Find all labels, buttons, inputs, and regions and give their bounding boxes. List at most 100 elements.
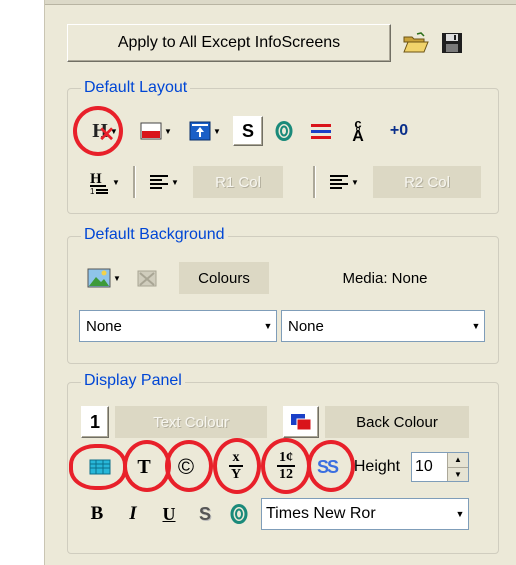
spin-down-icon[interactable]: ▼ [448, 467, 468, 481]
ordinal-fraction-icon: 1¢ 12 [277, 450, 295, 482]
clear-background-button[interactable] [133, 264, 161, 292]
chevron-down-icon[interactable]: ▼ [452, 499, 468, 529]
align-lines-icon [330, 175, 349, 189]
table-grid-button[interactable] [83, 452, 117, 482]
indent-button[interactable]: +0 [379, 116, 419, 146]
chevron-down-icon: ▼ [351, 177, 359, 187]
align-top-icon [189, 121, 211, 141]
spinner-arrows[interactable]: ▲ ▼ [447, 453, 468, 481]
chevron-down-icon[interactable]: ▼ [468, 311, 484, 341]
text-colour-label: Text Colour [153, 413, 229, 431]
char-spacing-icon: cÅ [352, 116, 364, 145]
outline-icon [275, 121, 293, 141]
line-spacing-icon [311, 124, 331, 139]
toolbar-separator [133, 166, 136, 198]
bold-label: B [90, 503, 104, 524]
back-colour-picker[interactable] [283, 406, 319, 438]
spin-up-icon[interactable]: ▲ [448, 453, 468, 468]
heading-number-icon: H 1 [90, 171, 109, 195]
underline-label: U [162, 503, 176, 524]
header-strike-icon: H ✕ [92, 119, 116, 146]
chevron-down-icon: ▼ [112, 177, 120, 187]
height-spinner[interactable]: 10 ▲ ▼ [411, 452, 469, 482]
r2-align-dropdown[interactable]: ▼ [321, 166, 367, 198]
outline-text-button[interactable] [225, 500, 253, 528]
panel-number-value: 1 [89, 411, 100, 432]
svg-text:H: H [90, 171, 102, 187]
scroll-effect-button[interactable]: SS [313, 452, 341, 482]
chevron-down-icon[interactable]: ▼ [260, 311, 276, 341]
landscape-image-icon [87, 268, 111, 288]
default-layout-legend: Default Layout [81, 79, 191, 97]
fraction-xy-icon: xY [229, 450, 243, 482]
background-combo-2-value: None [288, 317, 324, 335]
chevron-down-icon: ▼ [113, 273, 121, 283]
chevron-down-icon: ▼ [164, 126, 172, 136]
height-value[interactable]: 10 [412, 458, 447, 476]
media-status: Media: None [285, 262, 485, 294]
bold-button[interactable]: B [83, 498, 111, 530]
shadow-text-label: S [198, 503, 211, 524]
font-family-select[interactable]: Times New Ror ▼ [261, 498, 469, 530]
text-tool-button[interactable]: T [129, 452, 159, 482]
open-folder-button[interactable] [401, 28, 431, 58]
vertical-align-dropdown[interactable]: ▼ [183, 116, 227, 146]
header-format-dropdown[interactable]: H ✕ ▼ [81, 116, 129, 146]
chevron-down-icon: ▼ [171, 177, 179, 187]
background-combo-1-value: None [86, 317, 122, 335]
r1-align-dropdown[interactable]: ▼ [141, 166, 187, 198]
ordinal-button[interactable]: 1¢ 12 [269, 448, 303, 484]
outline-button[interactable] [271, 118, 297, 144]
media-label: Media: None [342, 269, 428, 287]
r1-col-label: R1 Col [215, 173, 261, 191]
italic-label: I [129, 503, 137, 524]
height-label: Height [353, 458, 401, 475]
r2-col-label: R2 Col [404, 173, 450, 191]
colour-bar-icon [140, 122, 162, 140]
colours-button[interactable]: Colours [179, 262, 269, 294]
copyright-label: © [177, 454, 195, 479]
apply-all-except-infoscreens-button[interactable]: Apply to All Except InfoScreens [67, 24, 391, 62]
background-image-dropdown[interactable]: ▼ [79, 262, 129, 294]
top-divider [45, 0, 516, 5]
shadow-toggle-button[interactable]: S [233, 116, 263, 146]
align-lines-icon [150, 175, 169, 189]
back-colour-label: Back Colour [356, 413, 438, 431]
save-disk-icon [442, 33, 462, 53]
copyright-button[interactable]: © [171, 452, 201, 482]
table-grid-icon [89, 459, 111, 475]
default-background-legend: Default Background [81, 226, 228, 244]
save-button[interactable] [437, 28, 467, 58]
clear-image-icon [137, 270, 157, 287]
indent-label: +0 [389, 122, 409, 139]
chevron-down-icon: ▼ [213, 126, 221, 136]
panel-number-box[interactable]: 1 [81, 406, 109, 438]
display-panel-legend: Display Panel [81, 372, 185, 390]
text-colour-button[interactable]: Text Colour [115, 406, 267, 438]
open-folder-icon [403, 32, 429, 53]
properties-panel: Apply to All Except InfoScreens Default … [44, 0, 516, 565]
italic-button[interactable]: I [119, 498, 147, 530]
svg-text:1: 1 [90, 187, 95, 195]
shadow-text-button[interactable]: S [191, 498, 219, 530]
bar-colour-dropdown[interactable]: ▼ [133, 116, 179, 146]
text-t-label: T [137, 455, 151, 478]
heading-number-dropdown[interactable]: H 1 ▼ [81, 166, 127, 198]
height-label-box: Height [345, 452, 409, 482]
background-combo-2[interactable]: None ▼ [281, 310, 485, 342]
toolbar-separator [313, 166, 316, 198]
underline-button[interactable]: U [155, 498, 183, 530]
outline-icon [230, 504, 248, 524]
fraction-button[interactable]: xY [221, 448, 251, 484]
font-family-value: Times New Ror [266, 505, 376, 522]
character-spacing-button[interactable]: cÅ [345, 114, 371, 146]
background-combo-1[interactable]: None ▼ [79, 310, 277, 342]
line-spacing-button[interactable] [307, 118, 335, 144]
colours-label: Colours [198, 269, 250, 287]
r2-col-button[interactable]: R2 Col [373, 166, 481, 198]
shadow-label: S [241, 120, 254, 141]
back-colour-button[interactable]: Back Colour [325, 406, 469, 438]
back-colour-icon [291, 414, 312, 431]
default-background-group [67, 236, 499, 364]
r1-col-button[interactable]: R1 Col [193, 166, 283, 198]
